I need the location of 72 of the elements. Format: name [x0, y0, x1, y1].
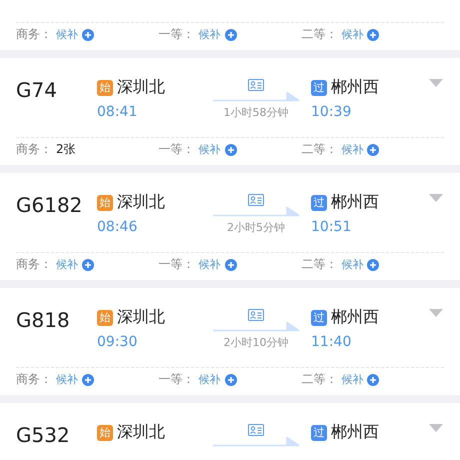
waitlist-link[interactable]: 候补 [198, 257, 221, 272]
seat-class-label: 一等： [158, 26, 195, 43]
station-name: 深圳北 [117, 192, 165, 213]
seat-class-label: 商务： [16, 371, 52, 388]
origin-badge: 始 [97, 310, 113, 326]
departure-time: 08:46 [97, 219, 138, 235]
station-name: 郴州西 [331, 192, 379, 213]
id-card-icon [248, 309, 264, 321]
train-number: G74 [16, 77, 58, 102]
id-card-icon [248, 424, 264, 436]
arrival-time: 11:40 [311, 334, 352, 350]
waitlist-link[interactable]: 候补 [341, 142, 364, 157]
add-icon[interactable] [224, 28, 237, 40]
seat-class-label: 一等： [158, 371, 195, 388]
add-icon[interactable] [82, 28, 94, 40]
pass-badge: 过 [311, 310, 327, 326]
add-icon[interactable] [367, 144, 380, 156]
seat-class-label: 商务： [16, 26, 52, 43]
arrow-icon [213, 207, 299, 217]
add-icon[interactable] [224, 258, 237, 270]
arrival-time: 10:39 [311, 104, 352, 120]
seat-class-label: 一等： [158, 141, 195, 158]
add-icon[interactable] [82, 258, 94, 270]
pass-badge: 过 [311, 194, 327, 210]
train-number: G6182 [16, 192, 84, 217]
station-name: 深圳北 [117, 307, 165, 328]
travel-duration: 2小时5分钟 [227, 220, 285, 235]
seat-class-label: 二等： [301, 371, 338, 388]
add-icon[interactable] [367, 258, 380, 270]
travel-duration: 1小时58分钟 [224, 105, 288, 120]
seat-class-label: 二等： [301, 256, 338, 273]
add-icon[interactable] [224, 374, 237, 386]
pass-badge: 过 [311, 80, 327, 96]
waitlist-link[interactable]: 候补 [341, 257, 364, 272]
station-name: 郴州西 [331, 307, 379, 328]
id-card-icon [248, 194, 264, 206]
seat-class-label: 商务： [16, 141, 52, 158]
seat-class-label: 二等： [301, 26, 338, 43]
waitlist-link[interactable]: 候补 [341, 27, 364, 42]
waitlist-link[interactable]: 候补 [198, 372, 221, 387]
departure-time: 09:30 [97, 334, 138, 350]
travel-duration: 2小时10分钟 [224, 335, 288, 350]
pass-badge: 过 [311, 424, 327, 440]
station-name: 郴州西 [331, 77, 379, 98]
origin-badge: 始 [97, 80, 113, 96]
waitlist-link[interactable]: 候补 [198, 27, 221, 42]
add-icon[interactable] [367, 28, 380, 40]
station-name: 郴州西 [331, 422, 379, 443]
arrival-time: 10:51 [311, 219, 352, 235]
id-card-icon [248, 79, 264, 91]
add-icon[interactable] [224, 144, 237, 156]
ticket-count: 2张 [56, 141, 76, 158]
waitlist-link[interactable]: 候补 [341, 372, 364, 387]
waitlist-link[interactable]: 候补 [56, 372, 78, 387]
seat-class-label: 商务： [16, 256, 52, 273]
add-icon[interactable] [82, 374, 94, 386]
station-name: 深圳北 [117, 77, 165, 98]
train-number: G818 [16, 307, 71, 332]
waitlist-link[interactable]: 候补 [56, 27, 78, 42]
arrow-icon [213, 437, 299, 447]
origin-badge: 始 [97, 424, 113, 440]
seat-class-label: 二等： [301, 141, 338, 158]
arrow-icon [213, 92, 299, 102]
seat-class-label: 一等： [158, 256, 195, 273]
train-number: G532 [16, 422, 71, 447]
waitlist-link[interactable]: 候补 [198, 142, 221, 157]
waitlist-link[interactable]: 候补 [56, 257, 78, 272]
origin-badge: 始 [97, 194, 113, 210]
station-name: 深圳北 [117, 422, 165, 443]
departure-time: 08:41 [97, 104, 138, 120]
arrow-icon [213, 322, 299, 332]
add-icon[interactable] [367, 374, 380, 386]
